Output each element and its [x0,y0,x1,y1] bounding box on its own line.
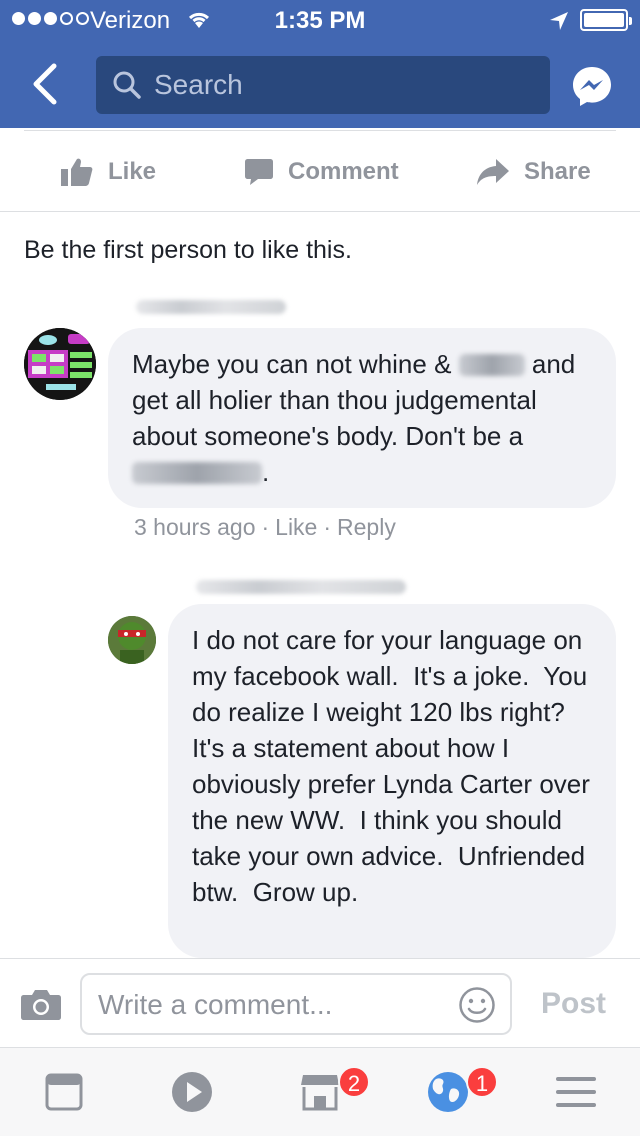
news-feed-icon [45,1073,83,1111]
tab-menu[interactable] [512,1048,640,1136]
comment-reply-link[interactable]: Reply [337,514,396,540]
comment-input-box[interactable] [80,973,512,1035]
camera-icon[interactable] [20,987,62,1021]
search-icon [113,71,141,99]
hamburger-menu-icon [556,1077,596,1107]
comment-button[interactable]: Comment [244,132,399,212]
comment-text: . [262,457,270,487]
comment-meta: 3 hours ago · Like · Reply [134,514,396,540]
messenger-icon[interactable] [570,64,614,108]
globe-notifications-icon [428,1072,468,1112]
emoji-smile-icon[interactable] [458,986,496,1024]
comment-label: Comment [288,158,399,185]
back-chevron-icon[interactable] [28,62,62,106]
avatar-image-icon [24,328,96,400]
bottom-tab-bar: 2 1 [0,1048,640,1136]
reply-bubble[interactable]: I do not care for your language on my fa… [168,604,616,958]
notifications-badge: 1 [466,1066,498,1098]
likes-summary: Be the first person to like this. [24,236,352,264]
comment-timestamp: 3 hours ago [134,514,256,540]
tab-video[interactable] [128,1048,256,1136]
share-arrow-icon [477,159,509,185]
censored-word [132,462,262,484]
like-label: Like [108,158,157,185]
clock: 1:35 PM [274,7,366,34]
comment-composer: Post [0,958,640,1048]
replier-name-blurred[interactable] [196,580,406,594]
reply-text: I do not care for your language on my fa… [192,625,598,907]
location-arrow-icon [550,12,568,30]
avatar-image-icon [108,616,156,664]
tab-notifications[interactable]: 1 [384,1048,512,1136]
post-action-bar: Like Comment Share [0,132,640,212]
commenter-name-blurred[interactable] [136,300,286,314]
search-input[interactable] [154,64,534,106]
replier-avatar[interactable] [108,616,156,664]
comment-like-link[interactable]: Like [275,514,317,540]
post-button[interactable]: Post [541,987,606,1021]
video-play-icon [172,1072,212,1112]
search-bar[interactable] [96,56,550,114]
tab-marketplace[interactable]: 2 [256,1048,384,1136]
comment-text: Maybe you can not whine & [132,349,452,379]
tab-news-feed[interactable] [0,1048,128,1136]
divider [24,130,616,131]
commenter-avatar[interactable] [24,328,96,400]
marketplace-shop-icon [301,1075,339,1111]
thumbs-up-icon [61,158,93,186]
status-bar: Verizon 1:35 PM [0,0,640,40]
battery-icon [580,9,632,31]
share-button[interactable]: Share [476,132,591,212]
top-bar: Verizon 1:35 PM [0,0,640,128]
like-button[interactable]: Like [60,132,156,212]
marketplace-badge: 2 [338,1066,370,1098]
comment-input[interactable] [98,983,448,1027]
share-label: Share [524,158,591,185]
censored-word [458,354,525,376]
comment-bubble[interactable]: Maybe you can not whine & and get all ho… [108,328,616,508]
comment-bubble-icon [245,159,273,185]
